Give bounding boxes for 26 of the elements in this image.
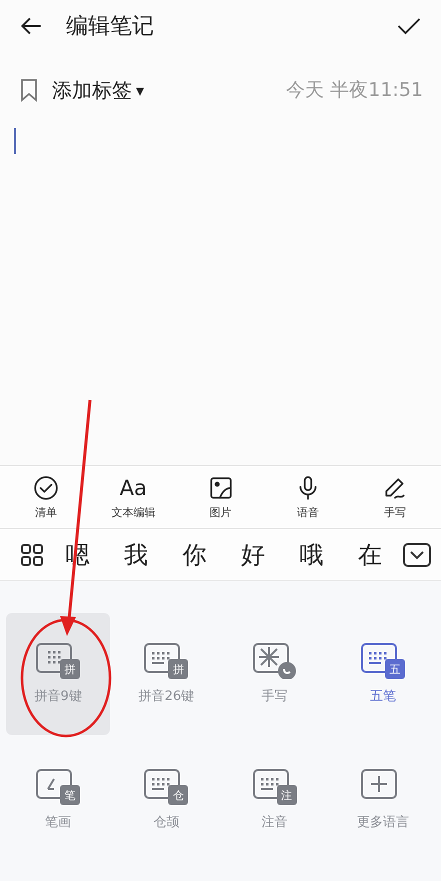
- input-method-option[interactable]: 仓 仓颉: [114, 745, 218, 855]
- input-method-option[interactable]: 拼 拼音9键: [6, 613, 110, 735]
- toolbar-button[interactable]: 图片: [180, 466, 260, 528]
- toolbar-button[interactable]: Aa 文本编辑: [93, 466, 174, 528]
- input-method-option[interactable]: 笔 笔画: [6, 745, 110, 855]
- menu-grid-icon[interactable]: [20, 542, 44, 566]
- candidate-word[interactable]: 好: [228, 538, 278, 570]
- candidate-word[interactable]: 我: [110, 538, 161, 570]
- candidate-word[interactable]: 哦: [286, 538, 336, 570]
- timestamp: 今天 半夜11:51: [286, 78, 423, 103]
- image-icon: [208, 474, 234, 500]
- candidate-word[interactable]: 在: [344, 538, 395, 570]
- toolbar-button[interactable]: 语音: [268, 466, 348, 528]
- input-method-option[interactable]: 五 五笔: [330, 613, 435, 735]
- handwriting-icon: [252, 643, 297, 679]
- candidate-word[interactable]: 你: [169, 538, 220, 570]
- text-format-icon: Aa: [120, 474, 147, 500]
- input-method-option[interactable]: 注 注音: [222, 745, 327, 855]
- add-tag-dropdown[interactable]: 添加标签 ▾: [52, 76, 144, 104]
- collapse-icon[interactable]: [403, 542, 431, 566]
- checklist-icon: [33, 474, 59, 500]
- toolbar-button[interactable]: 清单: [6, 466, 86, 528]
- input-method-option[interactable]: 拼 拼音26键: [114, 613, 218, 735]
- page-title: 编辑笔记: [66, 13, 155, 41]
- bookmark-icon: [18, 78, 40, 102]
- toolbar-button[interactable]: 手写: [355, 466, 435, 528]
